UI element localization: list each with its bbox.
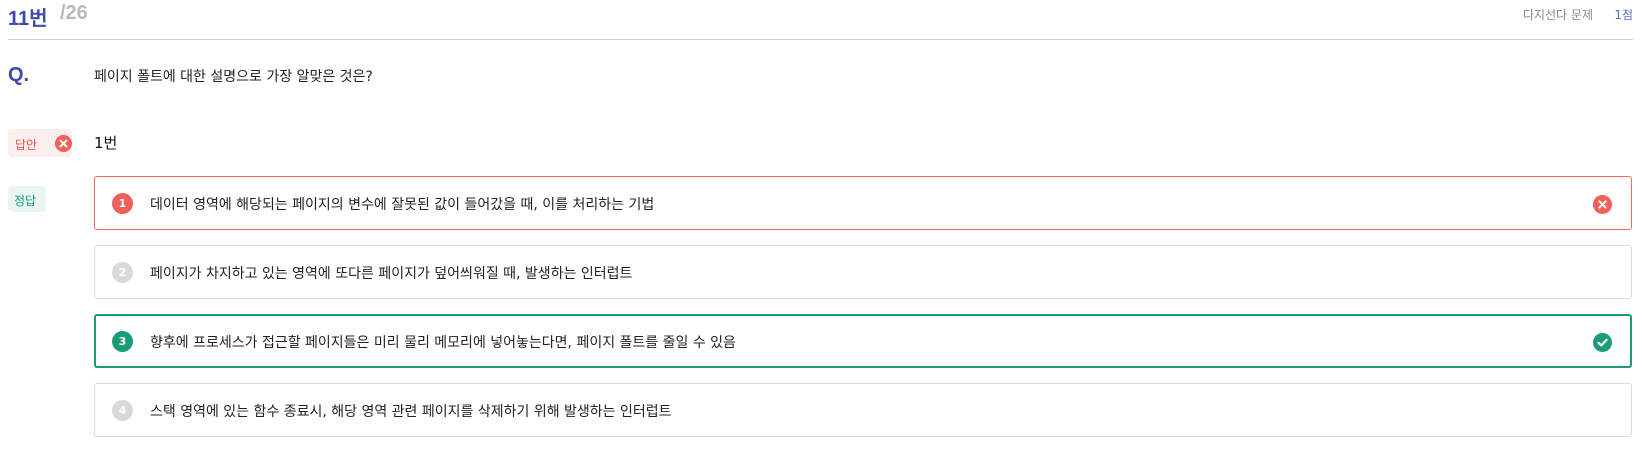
- choice-2[interactable]: 2 페이지가 차지하고 있는 영역에 또다른 페이지가 덮어씌워질 때, 발생하…: [94, 245, 1632, 299]
- choice-4[interactable]: 4 스택 영역에 있는 함수 종료시, 해당 영역 관련 페이지를 삭제하기 위…: [94, 383, 1632, 437]
- choice-text: 데이터 영역에 해당되는 페이지의 변수에 잘못된 값이 들어갔을 때, 이를 …: [150, 197, 655, 213]
- choice-text: 향후에 프로세스가 접근할 페이지들은 미리 물리 메모리에 넣어놓는다면, 페…: [150, 335, 736, 351]
- choice-number: 4: [112, 400, 133, 421]
- choice-text: 스택 영역에 있는 함수 종료시, 해당 영역 관련 페이지를 삭제하기 위해 …: [150, 404, 672, 420]
- correct-answer-badge: 정답: [8, 186, 46, 212]
- my-answer-badge: 답안: [8, 129, 72, 157]
- correct-answer-label: 정답: [14, 194, 37, 208]
- question-header: 11번 /26 다지선다 문제 1점: [8, 0, 1633, 40]
- check-circle-icon: [1593, 333, 1612, 352]
- question-text: 페이지 폴트에 대한 설명으로 가장 알맞은 것은?: [94, 69, 373, 85]
- choice-number: 2: [112, 262, 133, 283]
- x-circle-icon: [55, 135, 72, 152]
- my-answer-label: 답안: [15, 138, 38, 152]
- my-answer-value: 1번: [94, 134, 118, 152]
- choice-number: 3: [112, 331, 133, 352]
- question-number: 11번: [8, 8, 48, 30]
- question-label: Q.: [8, 64, 30, 86]
- choice-number: 1: [112, 193, 133, 214]
- question-type: 다지선다 문제: [1522, 8, 1593, 22]
- choice-3[interactable]: 3 향후에 프로세스가 접근할 페이지들은 미리 물리 메모리에 넣어놓는다면,…: [94, 314, 1632, 368]
- question-total: /26: [60, 2, 88, 24]
- question-points: 1점: [1614, 8, 1633, 22]
- choice-text: 페이지가 차지하고 있는 영역에 또다른 페이지가 덮어씌워질 때, 발생하는 …: [150, 266, 633, 282]
- choice-1[interactable]: 1 데이터 영역에 해당되는 페이지의 변수에 잘못된 값이 들어갔을 때, 이…: [94, 176, 1632, 230]
- x-circle-icon: [1593, 195, 1612, 214]
